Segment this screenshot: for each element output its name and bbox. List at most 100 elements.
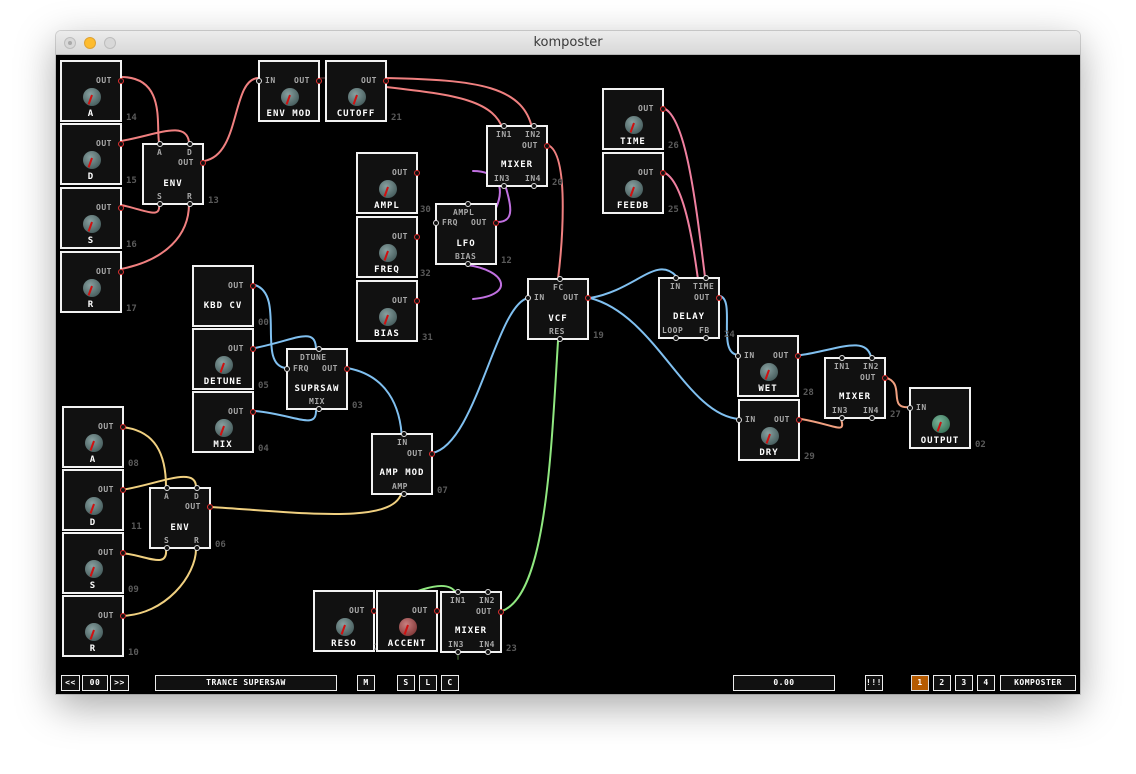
out-port[interactable] bbox=[316, 78, 322, 84]
in-port[interactable] bbox=[673, 275, 679, 281]
knob-icon[interactable] bbox=[281, 88, 299, 106]
r-port[interactable] bbox=[194, 545, 200, 551]
knob-icon[interactable] bbox=[83, 279, 101, 297]
knob-module-bias[interactable]: OUT BIAS bbox=[356, 280, 420, 342]
knob-icon[interactable] bbox=[399, 618, 417, 636]
knob-icon[interactable] bbox=[83, 215, 101, 233]
knob-icon[interactable] bbox=[85, 434, 103, 452]
in4-port[interactable] bbox=[531, 183, 537, 189]
out-port[interactable] bbox=[250, 346, 256, 352]
out-port[interactable] bbox=[200, 160, 206, 166]
save-button[interactable]: S bbox=[397, 675, 415, 691]
a-port[interactable] bbox=[164, 485, 170, 491]
vcf-module[interactable]: FC IN OUT VCF RES bbox=[525, 276, 591, 342]
in1-port[interactable] bbox=[501, 123, 507, 129]
out-port[interactable] bbox=[118, 269, 124, 275]
c-button[interactable]: C bbox=[441, 675, 459, 691]
in-port[interactable] bbox=[735, 353, 741, 359]
in3-port[interactable] bbox=[501, 183, 507, 189]
knob-module-r[interactable]: OUT R bbox=[62, 595, 126, 657]
ampl-port[interactable] bbox=[465, 201, 471, 207]
fb-port[interactable] bbox=[703, 335, 709, 341]
m-button[interactable]: M bbox=[357, 675, 375, 691]
out-port[interactable] bbox=[120, 424, 126, 430]
knob-module-freq[interactable]: OUT FREQ bbox=[356, 216, 420, 278]
out-port[interactable] bbox=[716, 295, 722, 301]
out-port[interactable] bbox=[118, 205, 124, 211]
in3-port[interactable] bbox=[839, 415, 845, 421]
in4-port[interactable] bbox=[485, 649, 491, 655]
knob-module-detune[interactable]: OUT DETUNE bbox=[192, 328, 256, 390]
d-port[interactable] bbox=[187, 141, 193, 147]
knob-module-accent[interactable]: OUT ACCENT bbox=[376, 590, 440, 652]
cutoff-module[interactable]: OUT CUTOFF bbox=[325, 60, 389, 122]
frq-port[interactable] bbox=[284, 366, 290, 372]
pattern-number[interactable]: 00 bbox=[82, 675, 108, 691]
knob-module-mix[interactable]: OUT MIX bbox=[192, 391, 256, 453]
knob-icon[interactable] bbox=[932, 415, 950, 433]
page-tab-1[interactable]: 1 bbox=[911, 675, 929, 691]
knob-icon[interactable] bbox=[85, 497, 103, 515]
out-port[interactable] bbox=[383, 78, 389, 84]
knob-icon[interactable] bbox=[348, 88, 366, 106]
in-port[interactable] bbox=[401, 431, 407, 437]
in-port[interactable] bbox=[736, 417, 742, 423]
out-port[interactable] bbox=[118, 141, 124, 147]
out-port[interactable] bbox=[544, 143, 550, 149]
knob-module-a[interactable]: OUT A bbox=[60, 60, 124, 122]
knob-module-ampl[interactable]: OUT AMPL bbox=[356, 152, 420, 214]
in2-port[interactable] bbox=[531, 123, 537, 129]
knob-module-a[interactable]: OUT A bbox=[62, 406, 126, 468]
knob-icon[interactable] bbox=[85, 560, 103, 578]
out-port[interactable] bbox=[344, 366, 350, 372]
knob-module-s[interactable]: OUT S bbox=[60, 187, 124, 249]
res-port[interactable] bbox=[557, 336, 563, 342]
wet-module[interactable]: IN OUT WET bbox=[735, 335, 801, 397]
knob-icon[interactable] bbox=[760, 363, 778, 381]
patch-canvas[interactable]: OUT A 14 OUT D 15 OUT S 16 OUT R 17 A D … bbox=[56, 55, 1080, 694]
knob-icon[interactable] bbox=[379, 308, 397, 326]
knob-icon[interactable] bbox=[215, 419, 233, 437]
knob-module-reso[interactable]: OUT RESO bbox=[313, 590, 377, 652]
out-port[interactable] bbox=[493, 220, 499, 226]
app-menu-button[interactable]: KOMPOSTER bbox=[1000, 675, 1076, 691]
env-module[interactable]: A D OUT ENV S R bbox=[149, 485, 213, 551]
knob-module-s[interactable]: OUT S bbox=[62, 532, 126, 594]
env-mod-module[interactable]: IN OUT ENV MOD bbox=[256, 60, 322, 122]
bias-port[interactable] bbox=[465, 261, 471, 267]
frq-port[interactable] bbox=[433, 220, 439, 226]
time-port[interactable] bbox=[703, 275, 709, 281]
out-port[interactable] bbox=[120, 550, 126, 556]
out-port[interactable] bbox=[429, 451, 435, 457]
knob-icon[interactable] bbox=[379, 244, 397, 262]
next-pattern-button[interactable]: >> bbox=[110, 675, 129, 691]
out-port[interactable] bbox=[414, 234, 420, 240]
in1-port[interactable] bbox=[839, 355, 845, 361]
d-port[interactable] bbox=[194, 485, 200, 491]
in1-port[interactable] bbox=[455, 589, 461, 595]
knob-module-time[interactable]: OUT TIME bbox=[602, 88, 666, 150]
out-port[interactable] bbox=[207, 504, 213, 510]
kbd-cv-module[interactable]: OUT KBD CV bbox=[192, 265, 256, 327]
output-module[interactable]: IN OUTPUT bbox=[907, 387, 971, 449]
knob-module-feedb[interactable]: OUT FEEDB bbox=[602, 152, 666, 214]
a-port[interactable] bbox=[157, 141, 163, 147]
load-button[interactable]: L bbox=[419, 675, 437, 691]
out-port[interactable] bbox=[796, 417, 802, 423]
loop-port[interactable] bbox=[673, 335, 679, 341]
out-port[interactable] bbox=[250, 409, 256, 415]
knob-icon[interactable] bbox=[215, 356, 233, 374]
mixer-module[interactable]: IN1 IN2 OUT MIXER IN3 IN4 bbox=[440, 589, 504, 655]
out-port[interactable] bbox=[118, 78, 124, 84]
fc-port[interactable] bbox=[557, 276, 563, 282]
delay-module[interactable]: IN TIME OUT DELAY LOOP FB bbox=[658, 275, 722, 341]
env-module[interactable]: A D OUT ENV S R bbox=[142, 141, 206, 207]
knob-icon[interactable] bbox=[83, 151, 101, 169]
s-port[interactable] bbox=[157, 201, 163, 207]
out-port[interactable] bbox=[660, 170, 666, 176]
in-port[interactable] bbox=[907, 405, 913, 411]
mixer-module[interactable]: IN1 IN2 OUT MIXER IN3 IN4 bbox=[486, 123, 550, 189]
dry-module[interactable]: IN OUT DRY bbox=[736, 399, 802, 461]
in-port[interactable] bbox=[525, 295, 531, 301]
in3-port[interactable] bbox=[455, 649, 461, 655]
